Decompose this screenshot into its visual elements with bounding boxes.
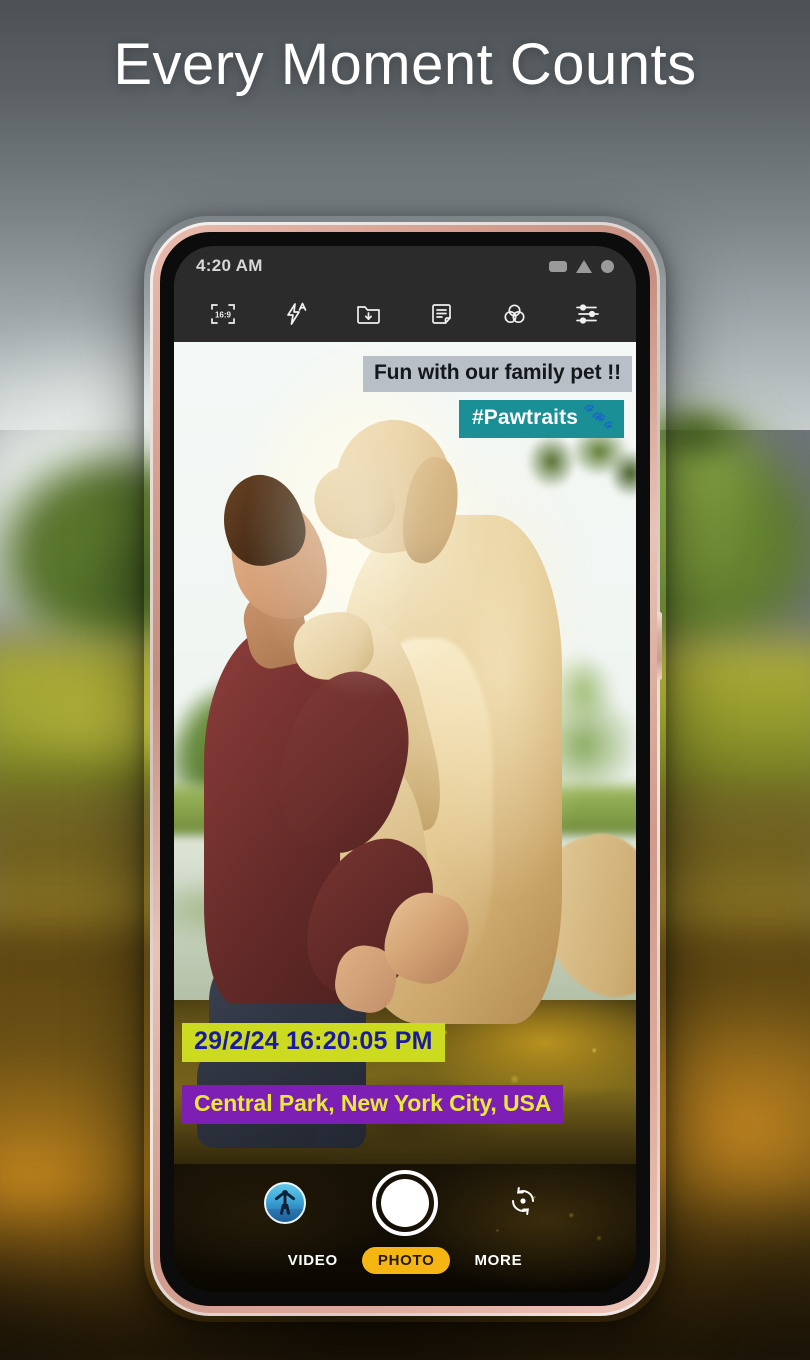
paw-print-icon: 🐾 — [595, 413, 614, 430]
shutter-button-inner — [381, 1179, 429, 1227]
phone-mockup: 4:20 AM 16:9 Fun with our family pet !! … — [150, 222, 662, 1316]
dot-indicator-icon — [601, 259, 614, 273]
photo-dog-rim-light — [331, 407, 581, 1049]
settings-button[interactable] — [566, 296, 610, 332]
mode-photo[interactable]: PHOTO — [361, 1247, 451, 1274]
status-bar: 4:20 AM — [174, 246, 636, 286]
note-icon — [429, 301, 454, 327]
aspect-ratio-button[interactable]: 16:9 — [201, 296, 245, 332]
flash-button[interactable] — [274, 296, 318, 332]
gallery-thumbnail[interactable] — [264, 1182, 306, 1224]
camera-controls: VIDEO PHOTO MORE — [174, 1164, 636, 1292]
photo-title-caption[interactable]: Fun with our family pet !! — [362, 356, 632, 392]
sliders-icon — [574, 301, 601, 327]
flash-auto-icon — [283, 301, 309, 327]
camera-mode-selector: VIDEO PHOTO MORE — [174, 1247, 636, 1274]
phone-inner-frame: 4:20 AM 16:9 Fun with our family pet !! … — [160, 232, 650, 1306]
phone-screen: 4:20 AM 16:9 Fun with our family pet !! … — [174, 246, 636, 1292]
flip-camera-icon — [506, 1184, 540, 1223]
paw-print-group: 🐾 🐾 — [583, 405, 614, 430]
camera-toolbar: 16:9 — [174, 286, 636, 342]
signal-icon — [576, 259, 592, 273]
photo-hashtag-caption[interactable]: #Pawtraits 🐾 🐾 — [458, 400, 624, 438]
page-title: Every Moment Counts — [113, 32, 697, 97]
thumbnail-figure-arm-right — [286, 1191, 296, 1200]
aspect-ratio-16-9-icon: 16:9 — [209, 301, 237, 327]
folder-download-icon — [355, 301, 382, 327]
power-button[interactable] — [657, 612, 662, 680]
filters-button[interactable] — [493, 296, 537, 332]
photo-datestamp[interactable]: 29/2/24 16:20:05 PM — [182, 1023, 445, 1062]
note-button[interactable] — [420, 296, 464, 332]
thumbnail-sea — [266, 1209, 304, 1222]
mode-video[interactable]: VIDEO — [282, 1249, 344, 1272]
svg-text:16:9: 16:9 — [214, 311, 231, 320]
shutter-button[interactable] — [372, 1170, 438, 1236]
photo-location-stamp[interactable]: Central Park, New York City, USA — [182, 1085, 564, 1124]
mode-more[interactable]: MORE — [468, 1249, 528, 1272]
hashtag-text: #Pawtraits — [471, 406, 578, 429]
save-folder-button[interactable] — [347, 296, 391, 332]
camera-viewfinder[interactable]: Fun with our family pet !! #Pawtraits 🐾 … — [174, 342, 636, 1164]
status-bar-time: 4:20 AM — [196, 256, 263, 275]
flip-camera-button[interactable] — [504, 1184, 542, 1222]
color-filters-icon — [501, 301, 528, 327]
battery-icon — [549, 260, 567, 272]
status-bar-icons — [549, 259, 614, 273]
